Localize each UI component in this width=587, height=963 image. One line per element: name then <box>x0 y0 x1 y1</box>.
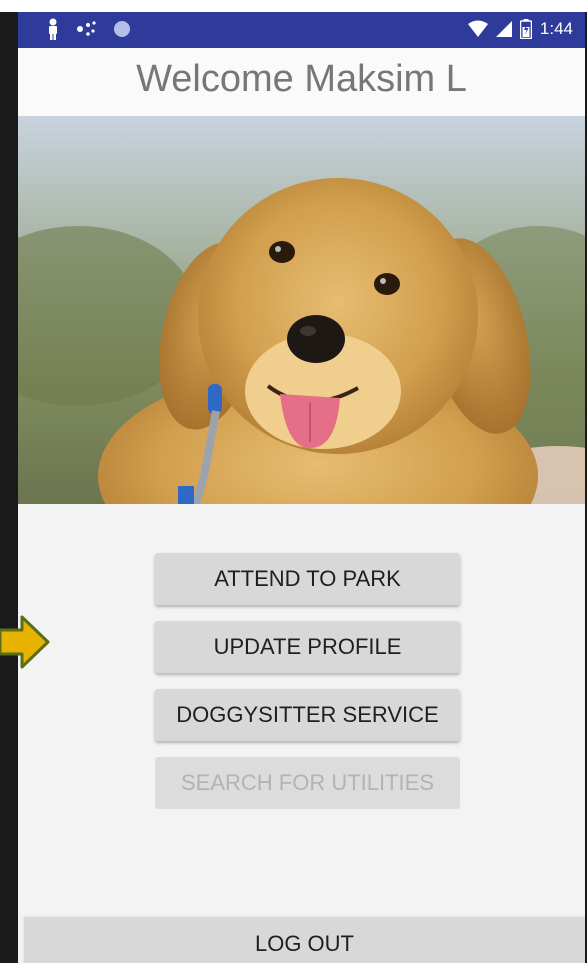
status-time: 1:44 <box>539 19 573 38</box>
puppy-illustration <box>18 116 585 504</box>
doggysitter-service-button[interactable]: DOGGYSITTER SERVICE <box>155 689 460 741</box>
signal-icon <box>495 21 512 37</box>
welcome-title: Welcome Maksim L <box>136 58 467 100</box>
status-left-icons <box>46 18 130 40</box>
status-bar: 1:44 <box>18 12 585 48</box>
circle-icon <box>114 21 130 37</box>
search-for-utilities-button: SEARCH FOR UTILITIES <box>155 757 460 809</box>
menu-area: ATTEND TO PARK UPDATE PROFILE DOGGYSITTE… <box>18 504 585 963</box>
update-profile-button[interactable]: UPDATE PROFILE <box>155 621 460 673</box>
attend-to-park-button[interactable]: ATTEND TO PARK <box>155 553 460 605</box>
screenshot-canvas: 1:44 Welcome Maksim L ATTEND TO PARK UPD… <box>0 0 587 963</box>
battery-icon <box>519 19 532 39</box>
person-icon <box>49 18 57 40</box>
hero-image-puppy <box>18 116 585 504</box>
app-header: Welcome Maksim L <box>18 48 585 116</box>
log-out-button[interactable]: LOG OUT <box>24 918 585 963</box>
wifi-icon <box>467 20 488 37</box>
dots-icon <box>77 21 96 36</box>
status-right-icons: 1:44 <box>467 19 573 39</box>
phone-bezel-left <box>0 12 18 963</box>
phone-screen: 1:44 Welcome Maksim L ATTEND TO PARK UPD… <box>18 12 585 963</box>
arrow-right-icon <box>0 615 50 669</box>
